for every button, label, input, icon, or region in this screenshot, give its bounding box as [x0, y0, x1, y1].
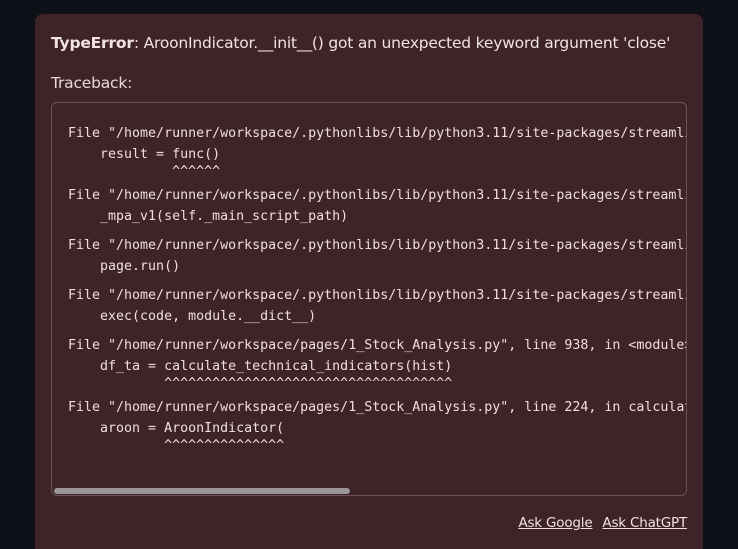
traceback-frame: File "/home/runner/workspace/.pythonlibs…: [68, 235, 686, 285]
traceback-content: File "/home/runner/workspace/.pythonlibs…: [68, 123, 686, 495]
error-title: TypeError: AroonIndicator.__init__() got…: [51, 34, 670, 52]
scrollbar-thumb[interactable]: [54, 488, 350, 494]
frame-code-line: df_ta = calculate_technical_indicators(h…: [68, 359, 453, 374]
ask-chatgpt-link[interactable]: Ask ChatGPT: [602, 515, 687, 531]
traceback-frame: File "/home/runner/workspace/.pythonlibs…: [68, 285, 686, 335]
frame-code-line: result = func(): [68, 147, 221, 162]
frame-code-line: exec(code, module.__dict__): [68, 309, 317, 324]
frame-marker-line: ^^^^^^^^^^^^^^^: [68, 438, 285, 453]
frame-code-line: _mpa_v1(self._main_script_path): [68, 209, 349, 224]
traceback-frame: File "/home/runner/workspace/.pythonlibs…: [68, 185, 686, 235]
ask-google-link[interactable]: Ask Google: [518, 515, 592, 531]
traceback-panel[interactable]: File "/home/runner/workspace/.pythonlibs…: [51, 102, 687, 496]
frame-file-line: File "/home/runner/workspace/.pythonlibs…: [68, 188, 686, 203]
error-card: TypeError: AroonIndicator.__init__() got…: [35, 14, 703, 549]
ask-links: Ask Google Ask ChatGPT: [508, 515, 687, 531]
horizontal-scrollbar[interactable]: [52, 485, 686, 495]
frame-marker-line: ^^^^^^^^^^^^^^^^^^^^^^^^^^^^^^^^^^^^: [68, 376, 453, 391]
frame-code-line: aroon = AroonIndicator(: [68, 421, 285, 436]
error-message: : AroonIndicator.__init__() got an unexp…: [133, 34, 671, 52]
traceback-label: Traceback:: [51, 74, 133, 92]
frame-file-line: File "/home/runner/workspace/.pythonlibs…: [68, 288, 686, 303]
traceback-frame: File "/home/runner/workspace/pages/1_Sto…: [68, 397, 686, 459]
frame-file-line: File "/home/runner/workspace/.pythonlibs…: [68, 238, 686, 253]
frame-code-line: page.run(): [68, 259, 181, 274]
error-type: TypeError: [51, 34, 134, 52]
frame-marker-line: ^^^^^^: [68, 164, 221, 179]
traceback-frame: File "/home/runner/workspace/.pythonlibs…: [68, 123, 686, 185]
traceback-frame: File "/home/runner/workspace/pages/1_Sto…: [68, 335, 686, 397]
frame-file-line: File "/home/runner/workspace/.pythonlibs…: [68, 126, 686, 141]
frame-file-line: File "/home/runner/workspace/pages/1_Sto…: [68, 400, 686, 415]
frame-file-line: File "/home/runner/workspace/pages/1_Sto…: [68, 338, 686, 353]
